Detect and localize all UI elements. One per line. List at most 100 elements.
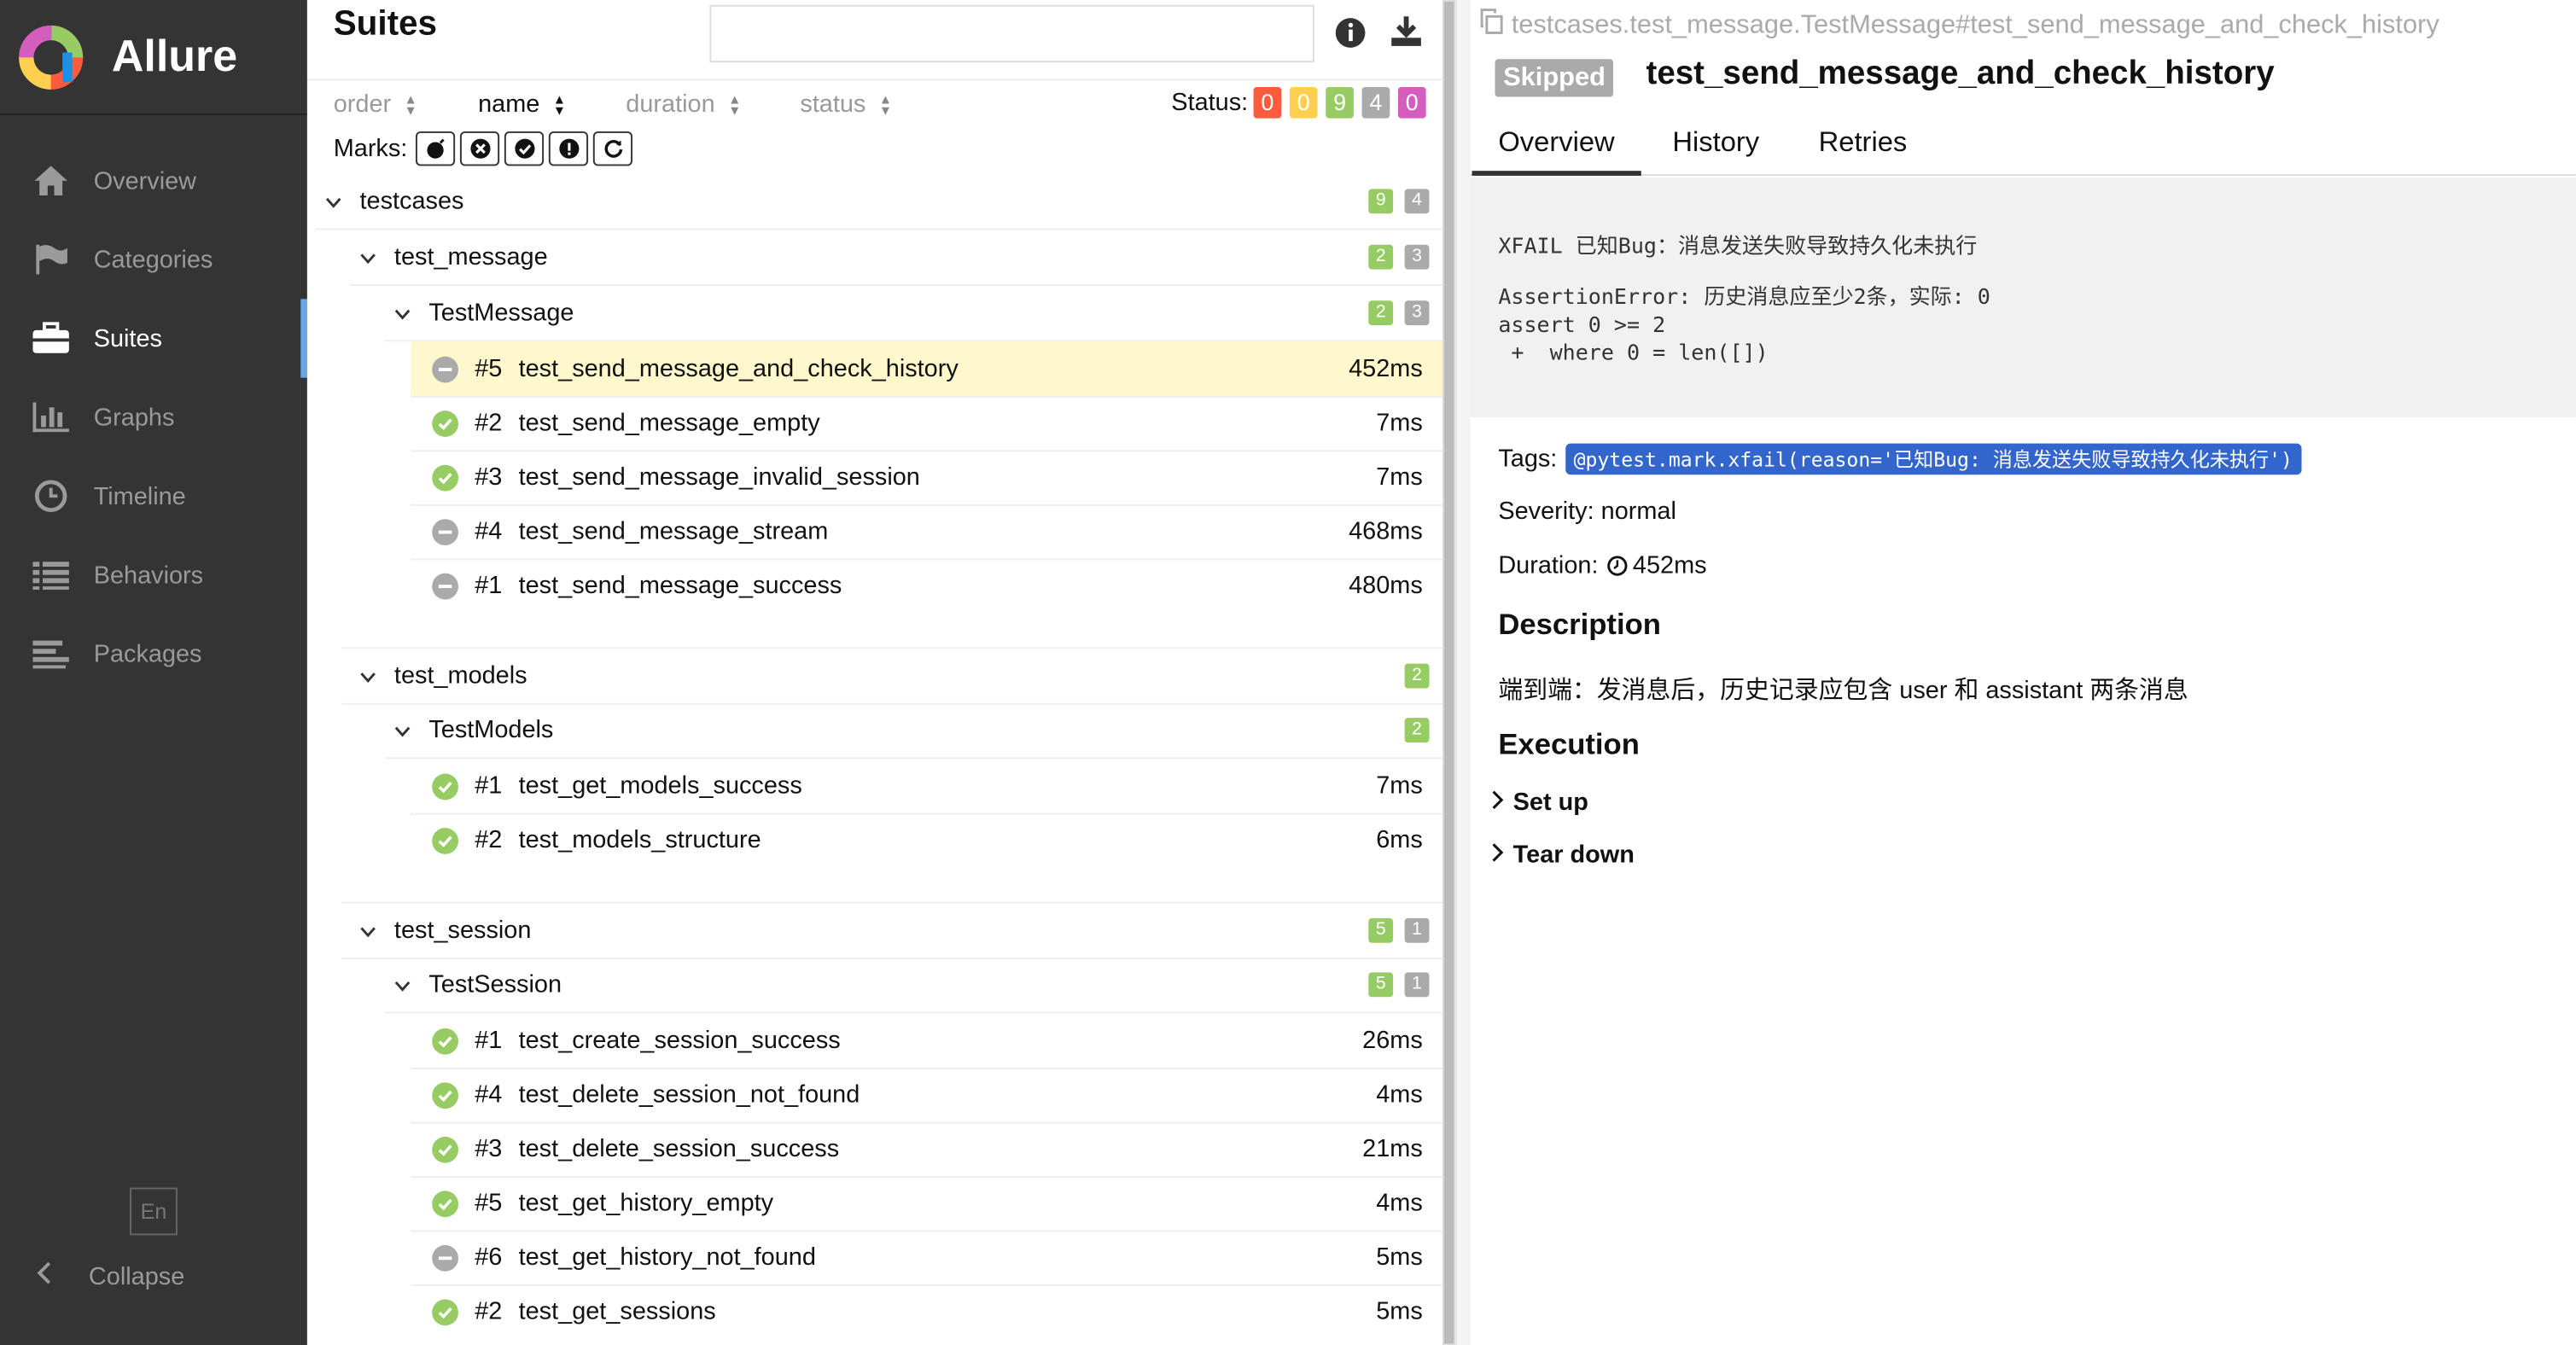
test-row[interactable]: #6 test_get_history_not_found 5ms <box>411 1231 1446 1287</box>
brand[interactable]: Allure <box>0 0 307 115</box>
sort-status[interactable]: status ▲ ▼ <box>800 90 892 119</box>
list-icon <box>32 556 71 595</box>
new-failed-mark-icon[interactable] <box>459 131 500 166</box>
status-filter-failed[interactable]: 0 <box>1253 87 1282 119</box>
test-row[interactable]: #4 test_send_message_stream 468ms <box>411 504 1446 561</box>
test-number: #1 <box>475 571 503 600</box>
test-row[interactable]: #3 test_delete_session_success 21ms <box>411 1122 1446 1179</box>
clock-icon <box>32 476 71 515</box>
teardown-label: Tear down <box>1512 841 1635 870</box>
error-trace: AssertionError: 历史消息应至少2条，实际: 0 assert 0… <box>1498 285 1990 367</box>
sidebar-item-packages[interactable]: Packages <box>0 614 307 693</box>
bar-chart-icon <box>32 398 71 437</box>
sort-duration[interactable]: duration ▲ ▼ <box>626 90 741 119</box>
setup-label: Set up <box>1512 788 1588 817</box>
sort-order[interactable]: order ▲ ▼ <box>334 90 417 119</box>
sort-arrows-icon: ▲ ▼ <box>404 90 417 118</box>
status-filter-passed[interactable]: 9 <box>1326 87 1354 119</box>
status-filter-skipped[interactable]: 4 <box>1361 87 1390 119</box>
tree-group-test-message[interactable]: test_message 2 3 <box>349 230 1446 286</box>
copy-icon[interactable] <box>1478 9 1505 43</box>
test-duration: 7ms <box>1376 409 1423 437</box>
language-selector[interactable]: En <box>130 1187 178 1236</box>
search-input[interactable] <box>709 4 1314 63</box>
test-name: test_send_message_invalid_session <box>518 463 920 492</box>
test-row[interactable]: #2 test_send_message_empty 7ms <box>411 396 1446 452</box>
duration-label: Duration: <box>1498 551 1599 580</box>
tree-group-testsession[interactable]: TestSession 5 1 <box>384 958 1446 1014</box>
tree-group-testcases[interactable]: testcases 9 4 <box>315 174 1446 230</box>
tree-group-test-models[interactable]: test_models 2 <box>341 647 1446 705</box>
sidebar-item-timeline[interactable]: Timeline <box>0 457 307 535</box>
sidebar-item-suites[interactable]: Suites <box>0 299 307 378</box>
align-left-icon <box>32 634 71 673</box>
test-duration: 480ms <box>1349 571 1423 600</box>
sidebar-item-behaviors[interactable]: Behaviors <box>0 535 307 614</box>
test-row[interactable]: #5 test_send_message_and_check_history 4… <box>411 341 1446 398</box>
passed-count-badge: 2 <box>1404 718 1430 742</box>
test-duration: 468ms <box>1349 517 1423 546</box>
chevron-down-icon <box>325 187 341 215</box>
flaky-mark-icon[interactable] <box>415 131 456 166</box>
passed-status-icon <box>432 463 458 491</box>
tree-group-testmodels[interactable]: TestModels 2 <box>384 703 1446 760</box>
skipped-count-badge: 4 <box>1404 189 1430 214</box>
test-number: #2 <box>475 1297 503 1326</box>
test-row[interactable]: #3 test_send_message_invalid_session 7ms <box>411 450 1446 506</box>
tab-history[interactable]: History <box>1672 126 1759 159</box>
test-row[interactable]: #1 test_send_message_success 480ms <box>411 558 1446 613</box>
test-number: #2 <box>475 826 503 854</box>
sidebar-item-label: Packages <box>93 639 202 668</box>
tab-overview[interactable]: Overview <box>1472 126 1641 176</box>
test-row[interactable]: #2 test_get_sessions 5ms <box>411 1284 1446 1339</box>
scrollbar-thumb[interactable] <box>1443 1 1454 1344</box>
sort-label: duration <box>626 90 715 119</box>
test-detail-pane: testcases.test_message.TestMessage#test_… <box>1470 0 2576 1345</box>
status-filter-broken[interactable]: 0 <box>1289 87 1318 119</box>
skipped-count-badge: 3 <box>1404 300 1430 326</box>
test-duration: 452ms <box>1349 354 1423 383</box>
skipped-count-badge: 1 <box>1404 972 1430 998</box>
test-duration: 7ms <box>1376 771 1423 801</box>
new-passed-mark-icon[interactable] <box>504 131 545 166</box>
tree-group-testmessage[interactable]: TestMessage 2 3 <box>384 286 1446 342</box>
sort-arrows-icon: ▲ ▼ <box>878 90 893 118</box>
tags-label: Tags: <box>1498 445 1558 474</box>
group-name: TestModels <box>428 716 554 744</box>
test-row[interactable]: #1 test_create_session_success 26ms <box>411 1014 1446 1069</box>
passed-status-icon <box>432 1298 458 1325</box>
test-row[interactable]: #1 test_get_models_success 7ms <box>411 759 1446 815</box>
test-row[interactable]: #2 test_models_structure 6ms <box>411 813 1446 868</box>
group-name: test_models <box>393 661 527 690</box>
test-row[interactable]: #4 test_delete_session_not_found 4ms <box>411 1068 1446 1124</box>
chevron-right-icon <box>1490 841 1504 869</box>
test-full-path[interactable]: testcases.test_message.TestMessage#test_… <box>1478 9 2439 43</box>
tree-scrollbar[interactable] <box>1442 0 1456 1345</box>
test-name: test_send_message_stream <box>518 517 829 546</box>
teardown-section[interactable]: Tear down <box>1490 841 1635 869</box>
test-duration: 7ms <box>1376 463 1423 492</box>
sidebar-item-label: Behaviors <box>93 561 204 590</box>
test-duration: 6ms <box>1376 826 1423 854</box>
setup-section[interactable]: Set up <box>1490 789 1588 817</box>
sidebar-item-categories[interactable]: Categories <box>0 220 307 299</box>
passed-count-badge: 9 <box>1368 189 1394 214</box>
test-number: #6 <box>475 1243 503 1272</box>
passed-status-icon <box>432 1081 458 1109</box>
test-row[interactable]: #5 test_get_history_empty 4ms <box>411 1176 1446 1232</box>
info-icon[interactable] <box>1334 16 1367 57</box>
sort-label: status <box>800 90 866 119</box>
tree-group-test-session[interactable]: test_session 5 1 <box>341 901 1446 960</box>
sidebar-item-overview[interactable]: Overview <box>0 142 307 220</box>
sort-name[interactable]: name ▲ ▼ <box>478 90 566 119</box>
group-name: test_message <box>393 242 548 271</box>
chevron-down-icon <box>394 299 411 327</box>
retries-mark-icon[interactable] <box>592 131 633 166</box>
collapse-button[interactable]: Collapse <box>0 1254 184 1300</box>
download-icon[interactable] <box>1388 15 1424 55</box>
passed-status-icon <box>432 772 458 800</box>
sidebar-item-graphs[interactable]: Graphs <box>0 378 307 457</box>
new-broken-mark-icon[interactable] <box>548 131 589 166</box>
tab-retries[interactable]: Retries <box>1819 126 1908 159</box>
status-filter-unknown[interactable]: 0 <box>1397 87 1426 119</box>
